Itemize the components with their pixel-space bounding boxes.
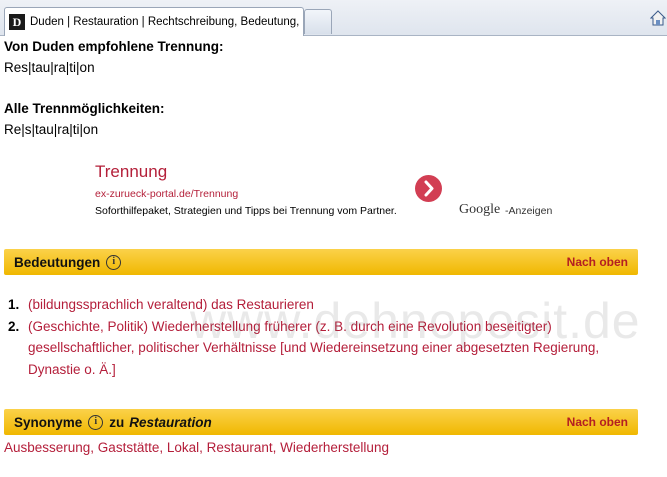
duden-favicon-icon: D	[9, 14, 25, 30]
meaning-text: (bildungssprachlich veraltend) das Resta…	[28, 297, 314, 312]
tab-title: Duden | Restauration | Rechtschreibung, …	[30, 16, 303, 28]
meanings-list: 1. (bildungssprachlich veraltend) das Re…	[8, 294, 648, 380]
back-to-top-link[interactable]: Nach oben	[567, 255, 628, 269]
meaning-number: 2.	[8, 318, 20, 334]
info-icon[interactable]: i	[88, 414, 104, 430]
section-bar-synonyme: Synonyme i zu Restauration Nach oben	[4, 409, 638, 435]
chevron-right-icon	[424, 180, 434, 197]
meaning-item: 2. (Geschichte, Politik) Wiederherstellu…	[8, 316, 648, 381]
ad-arrow-button[interactable]	[415, 175, 442, 202]
recommended-hyphenation-value: Res|tau|ra|ti|on	[4, 60, 95, 75]
section-title-word: Restauration	[129, 414, 212, 430]
back-to-top-link[interactable]: Nach oben	[567, 415, 628, 429]
browser-tab-bar: D Duden | Restauration | Rechtschreibung…	[0, 0, 667, 36]
meaning-item: 1. (bildungssprachlich veraltend) das Re…	[8, 294, 648, 316]
google-ad-block[interactable]: Trennung ex-zurueck-portal.de/Trennung S…	[95, 161, 565, 231]
browser-tab-active[interactable]: D Duden | Restauration | Rechtschreibung…	[4, 7, 304, 36]
meaning-number: 1.	[8, 297, 20, 312]
section-bar-bedeutungen: Bedeutungen i Nach oben	[4, 249, 638, 275]
synonym-list[interactable]: Ausbesserung, Gaststätte, Lokal, Restaur…	[4, 440, 389, 455]
google-logo: Google	[459, 202, 501, 217]
ad-url-link[interactable]: ex-zurueck-portal.de/Trennung	[95, 188, 238, 200]
section-title-zu: zu	[109, 414, 125, 430]
all-hyphenation-heading: Alle Trennmöglichkeiten:	[4, 101, 165, 116]
ad-description: Soforthilfepaket, Strategien und Tipps b…	[95, 205, 397, 217]
ad-label: -Anzeigen	[505, 205, 553, 217]
ad-title-link[interactable]: Trennung	[95, 162, 167, 182]
info-icon[interactable]: i	[106, 254, 122, 270]
all-hyphenation-value: Re|s|tau|ra|ti|on	[4, 122, 99, 137]
recommended-hyphenation-heading: Von Duden empfohlene Trennung:	[4, 39, 224, 54]
home-icon[interactable]	[650, 10, 666, 26]
meaning-text: (Geschichte, Politik) Wiederherstellung …	[28, 318, 600, 377]
section-title-synonyme: Synonyme	[14, 414, 83, 430]
new-tab-button[interactable]	[304, 9, 332, 34]
section-title-bedeutungen: Bedeutungen	[14, 254, 101, 270]
